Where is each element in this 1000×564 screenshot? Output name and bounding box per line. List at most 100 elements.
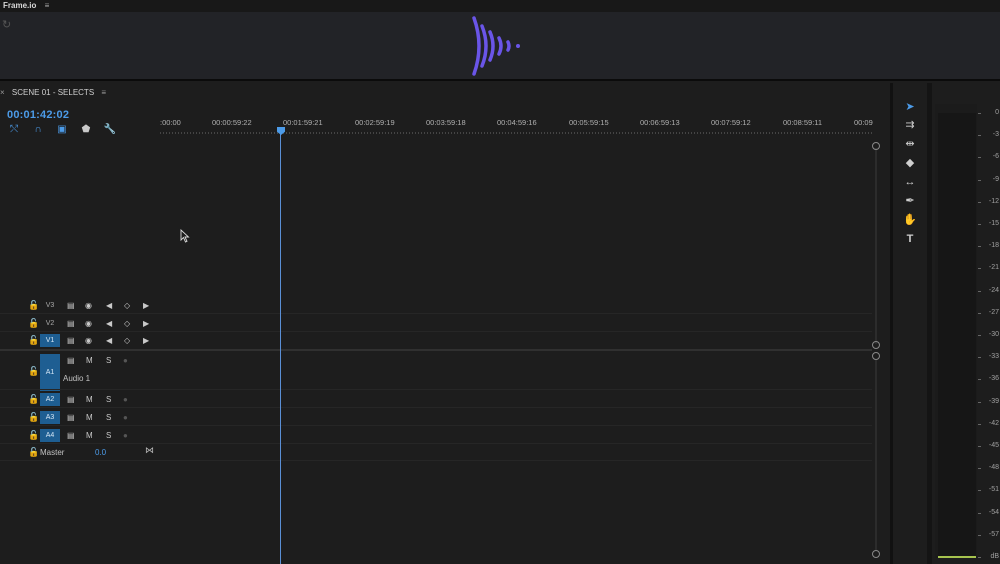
track-select-tool-icon[interactable]: ⇉ xyxy=(901,117,919,133)
prev-keyframe-icon[interactable]: ◀ xyxy=(106,317,112,330)
db-scale-label: 0 xyxy=(978,109,1000,116)
master-volume-value[interactable]: 0.0 xyxy=(95,448,106,457)
ruler-label: 00:09 xyxy=(854,118,873,127)
db-scale-label: -33 xyxy=(978,353,1000,360)
db-scale-label: -36 xyxy=(978,375,1000,382)
scrollbar-track xyxy=(875,148,877,344)
hamburger-icon[interactable]: ≡ xyxy=(45,1,50,10)
film-icon[interactable]: ▤ xyxy=(67,393,75,406)
time-ruler[interactable]: :00:00 00:00:59:22 00:01:59:21 00:02:59:… xyxy=(160,115,873,137)
ruler-label: 00:04:59:16 xyxy=(497,118,537,127)
track-row-v2[interactable]: 🔓 V2 ▤ ◉ ◀ ◇ ▶ xyxy=(0,315,872,332)
lock-icon[interactable]: 🔓 xyxy=(28,430,39,441)
db-scale-label: -51 xyxy=(978,486,1000,493)
solo-button[interactable]: S xyxy=(106,429,111,442)
keyframe-icon[interactable]: ◇ xyxy=(124,299,130,312)
track-row-a4[interactable]: 🔓 A4 ▤ M S ● xyxy=(0,427,872,444)
eye-icon[interactable]: ◉ xyxy=(85,299,92,312)
track-name[interactable]: A3 xyxy=(40,411,60,424)
next-keyframe-icon[interactable]: ▶ xyxy=(143,299,149,312)
track-row-master[interactable]: 🔓 xyxy=(0,444,872,461)
lock-icon[interactable]: 🔓 xyxy=(28,335,39,346)
scrollbar-handle-bottom[interactable] xyxy=(872,341,880,349)
timeline-vertical-scrollbar[interactable] xyxy=(872,140,880,560)
solo-button[interactable]: S xyxy=(106,411,111,424)
track-name[interactable]: A4 xyxy=(40,429,60,442)
track-row-a1[interactable]: 🔓 A1 ▤ M S ● xyxy=(0,352,872,391)
ruler-label: 00:01:59:21 xyxy=(283,118,323,127)
scrollbar-handle-top[interactable] xyxy=(872,352,880,360)
frameio-tab[interactable]: Frame.io ≡ xyxy=(0,0,1000,12)
microphone-icon[interactable]: ● xyxy=(123,411,128,424)
prev-keyframe-icon[interactable]: ◀ xyxy=(106,334,112,347)
slip-tool-icon[interactable]: ↔ xyxy=(901,174,919,190)
scrollbar-handle-bottom[interactable] xyxy=(872,550,880,558)
hand-tool-icon[interactable]: ✋ xyxy=(901,212,919,228)
film-icon[interactable]: ▤ xyxy=(67,299,75,312)
lock-icon[interactable]: 🔓 xyxy=(28,447,39,458)
microphone-icon[interactable]: ● xyxy=(123,429,128,442)
next-keyframe-icon[interactable]: ▶ xyxy=(143,317,149,330)
prev-keyframe-icon[interactable]: ◀ xyxy=(106,299,112,312)
mute-button[interactable]: M xyxy=(86,411,93,424)
film-icon[interactable]: ▤ xyxy=(67,317,75,330)
db-scale-label: -45 xyxy=(978,442,1000,449)
lock-icon[interactable]: 🔓 xyxy=(28,394,39,405)
film-icon[interactable]: ▤ xyxy=(67,411,75,424)
track-name[interactable]: V2 xyxy=(40,317,60,330)
ruler-label: 00:05:59:15 xyxy=(569,118,609,127)
film-icon[interactable]: ▤ xyxy=(67,354,75,367)
type-tool-icon[interactable]: T xyxy=(901,231,919,247)
track-row-v1[interactable]: 🔓 V1 ▤ ◉ ◀ ◇ ▶ xyxy=(0,332,872,351)
track-name[interactable]: V3 xyxy=(40,299,60,312)
marker-icon[interactable]: ⬟ xyxy=(79,124,93,136)
track-row-v3[interactable]: 🔓 V3 ▤ ◉ ◀ ◇ ▶ xyxy=(0,297,872,314)
eye-icon[interactable]: ◉ xyxy=(85,317,92,330)
nest-icon[interactable]: ⤲ xyxy=(7,124,21,136)
track-name[interactable]: A1 xyxy=(40,354,60,391)
lock-icon[interactable]: 🔓 xyxy=(28,366,39,377)
keyframe-icon[interactable]: ◇ xyxy=(124,334,130,347)
tools-panel: ➤ ⇉ ⇹ ◆ ↔ ✒ ✋ T xyxy=(893,83,927,564)
track-row-a3[interactable]: 🔓 A3 ▤ M S ● xyxy=(0,409,872,426)
selection-tool-icon[interactable]: ➤ xyxy=(901,99,919,115)
track-row-a2[interactable]: 🔓 A2 ▤ M S ● xyxy=(0,391,872,408)
snap-magnet-icon[interactable]: ∩ xyxy=(31,124,45,136)
refresh-icon[interactable]: ↻ xyxy=(2,19,14,31)
microphone-icon[interactable]: ● xyxy=(123,393,128,406)
mute-button[interactable]: M xyxy=(86,354,93,367)
playhead-line[interactable] xyxy=(280,127,281,564)
panel-menu-icon[interactable]: ≡ xyxy=(101,88,106,97)
playhead-timecode[interactable]: 00:01:42:02 xyxy=(7,109,69,121)
solo-button[interactable]: S xyxy=(106,393,111,406)
master-expand-icon[interactable]: ⋈ xyxy=(145,445,154,456)
scrollbar-handle-top[interactable] xyxy=(872,142,880,150)
track-divider xyxy=(0,313,872,314)
lock-icon[interactable]: 🔓 xyxy=(28,300,39,311)
ruler-label: 00:07:59:12 xyxy=(711,118,751,127)
lock-icon[interactable]: 🔓 xyxy=(28,318,39,329)
pen-tool-icon[interactable]: ✒ xyxy=(901,193,919,209)
track-name[interactable]: V1 xyxy=(40,334,60,347)
track-divider xyxy=(0,389,872,390)
ripple-edit-tool-icon[interactable]: ⇹ xyxy=(901,136,919,152)
db-scale-label: -39 xyxy=(978,398,1000,405)
film-icon[interactable]: ▤ xyxy=(67,334,75,347)
close-icon[interactable]: × xyxy=(0,88,5,97)
sequence-tab[interactable]: × SCENE 01 - SELECTS ≡ xyxy=(0,88,111,104)
db-scale-label: -9 xyxy=(978,176,1000,183)
mute-button[interactable]: M xyxy=(86,393,93,406)
solo-button[interactable]: S xyxy=(106,354,111,367)
lock-icon[interactable]: 🔓 xyxy=(28,412,39,423)
razor-tool-icon[interactable]: ◆ xyxy=(901,155,919,171)
frameio-logo xyxy=(472,16,520,76)
microphone-icon[interactable]: ● xyxy=(123,354,128,367)
track-name[interactable]: A2 xyxy=(40,393,60,406)
mute-button[interactable]: M xyxy=(86,429,93,442)
linked-selection-icon[interactable]: ▣ xyxy=(55,124,69,136)
eye-icon[interactable]: ◉ xyxy=(85,334,92,347)
wrench-icon[interactable]: 🔧 xyxy=(103,124,117,136)
keyframe-icon[interactable]: ◇ xyxy=(124,317,130,330)
next-keyframe-icon[interactable]: ▶ xyxy=(143,334,149,347)
film-icon[interactable]: ▤ xyxy=(67,429,75,442)
